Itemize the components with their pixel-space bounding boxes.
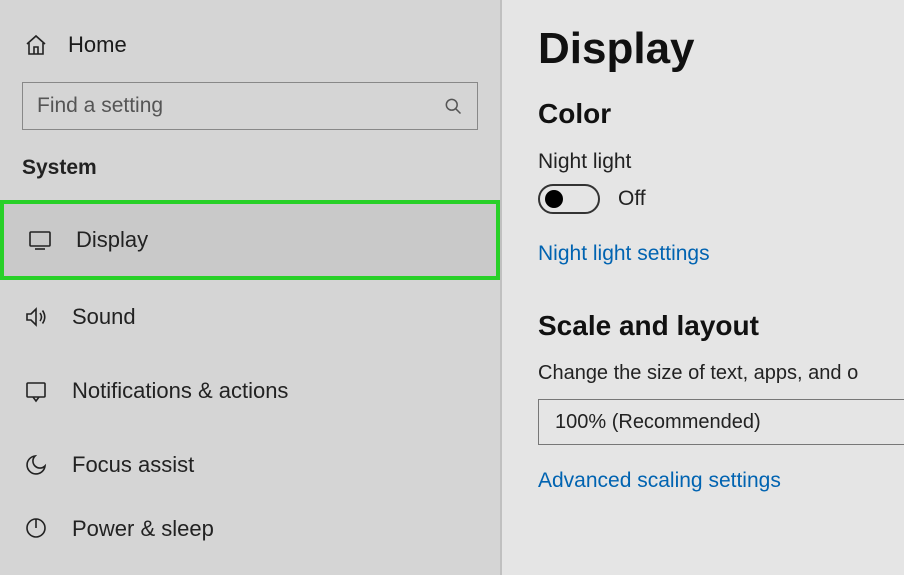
night-light-settings-link[interactable]: Night light settings [538,242,710,266]
scale-select-value: 100% (Recommended) [555,411,761,434]
sidebar-item-label: Display [76,227,148,253]
night-light-state: Off [618,187,646,211]
scale-select[interactable]: 100% (Recommended) [538,399,904,445]
night-light-label: Night light [538,150,904,174]
notifications-icon [24,379,48,403]
sidebar-item-label: Power & sleep [72,516,214,542]
section-scale-layout: Scale and layout [538,310,904,342]
sidebar-item-label: Focus assist [72,452,194,478]
toggle-knob [545,190,563,208]
search-input[interactable] [37,94,443,118]
page-title: Display [538,24,904,74]
night-light-toggle-row: Off [538,184,904,214]
scale-description: Change the size of text, apps, and o [538,362,904,385]
sidebar-item-notifications[interactable]: Notifications & actions [0,354,500,428]
section-color: Color [538,98,904,130]
power-icon [24,516,48,540]
sidebar-home-label: Home [68,32,127,58]
sidebar-item-sound[interactable]: Sound [0,280,500,354]
sidebar-home[interactable]: Home [0,22,500,82]
sidebar-section-label: System [0,152,500,200]
sidebar-item-focus-assist[interactable]: Focus assist [0,428,500,502]
advanced-scaling-link[interactable]: Advanced scaling settings [538,469,781,493]
search-icon [443,96,463,116]
night-light-toggle[interactable] [538,184,600,214]
main-panel: Display Color Night light Off Night ligh… [502,0,904,575]
search-box[interactable] [22,82,478,130]
sidebar: Home System Display [0,0,502,575]
sidebar-item-label: Sound [72,304,136,330]
display-icon [28,228,52,252]
focus-assist-icon [24,453,48,477]
sound-icon [24,305,48,329]
home-icon [24,33,48,57]
search-container [0,82,500,152]
sidebar-item-power-sleep[interactable]: Power & sleep [0,502,500,552]
sidebar-item-display[interactable]: Display [0,200,500,280]
sidebar-item-label: Notifications & actions [72,378,288,404]
